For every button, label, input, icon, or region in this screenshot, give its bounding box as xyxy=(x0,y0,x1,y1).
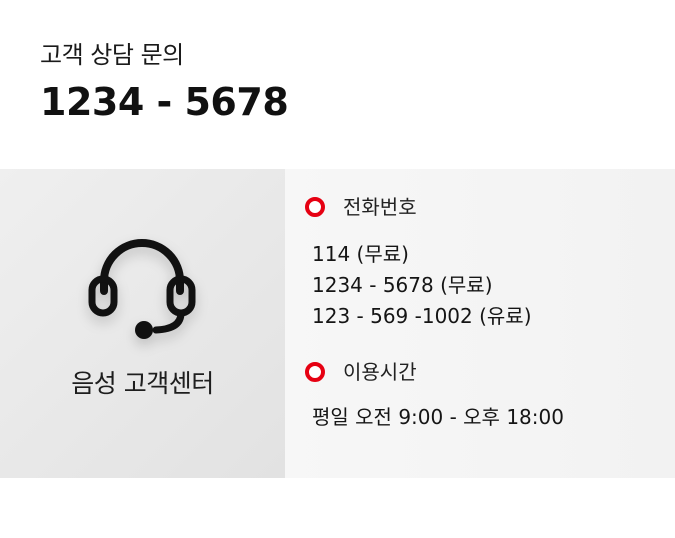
bullet-icon xyxy=(305,197,325,217)
phone-number[interactable]: 123 - 569 -1002 (유료) xyxy=(312,301,532,332)
voice-center-panel: 음성 고객센터 xyxy=(0,169,285,478)
hours-title-text: 이용시간 xyxy=(343,360,417,384)
main-phone-number[interactable]: 1234 - 5678 xyxy=(40,82,289,122)
customer-support-card: 고객 상담 문의 1234 - 5678 음성 고객센터 전화번호 114 (무… xyxy=(0,0,675,538)
hours-list: 평일 오전 9:00 - 오후 18:00 xyxy=(312,402,564,433)
hours-section-title: 이용시간 xyxy=(305,360,417,384)
hours-text: 평일 오전 9:00 - 오후 18:00 xyxy=(312,405,564,429)
contact-details: 전화번호 114 (무료) 1234 - 5678 (무료) 123 - 569… xyxy=(285,169,675,478)
phone-number[interactable]: 1234 - 5678 (무료) xyxy=(312,270,532,301)
phone-title-text: 전화번호 xyxy=(343,195,417,219)
phone-number[interactable]: 114 (무료) xyxy=(312,239,532,270)
voice-center-label: 음성 고객센터 xyxy=(71,369,214,398)
bullet-icon xyxy=(305,362,325,382)
headset-icon xyxy=(88,239,196,339)
page-title: 고객 상담 문의 xyxy=(40,41,184,69)
info-panel: 음성 고객센터 전화번호 114 (무료) 1234 - 5678 (무료) 1… xyxy=(0,169,675,478)
phone-number-list: 114 (무료) 1234 - 5678 (무료) 123 - 569 -100… xyxy=(312,239,532,332)
phone-section-title: 전화번호 xyxy=(305,195,417,219)
header: 고객 상담 문의 1234 - 5678 xyxy=(40,40,289,122)
